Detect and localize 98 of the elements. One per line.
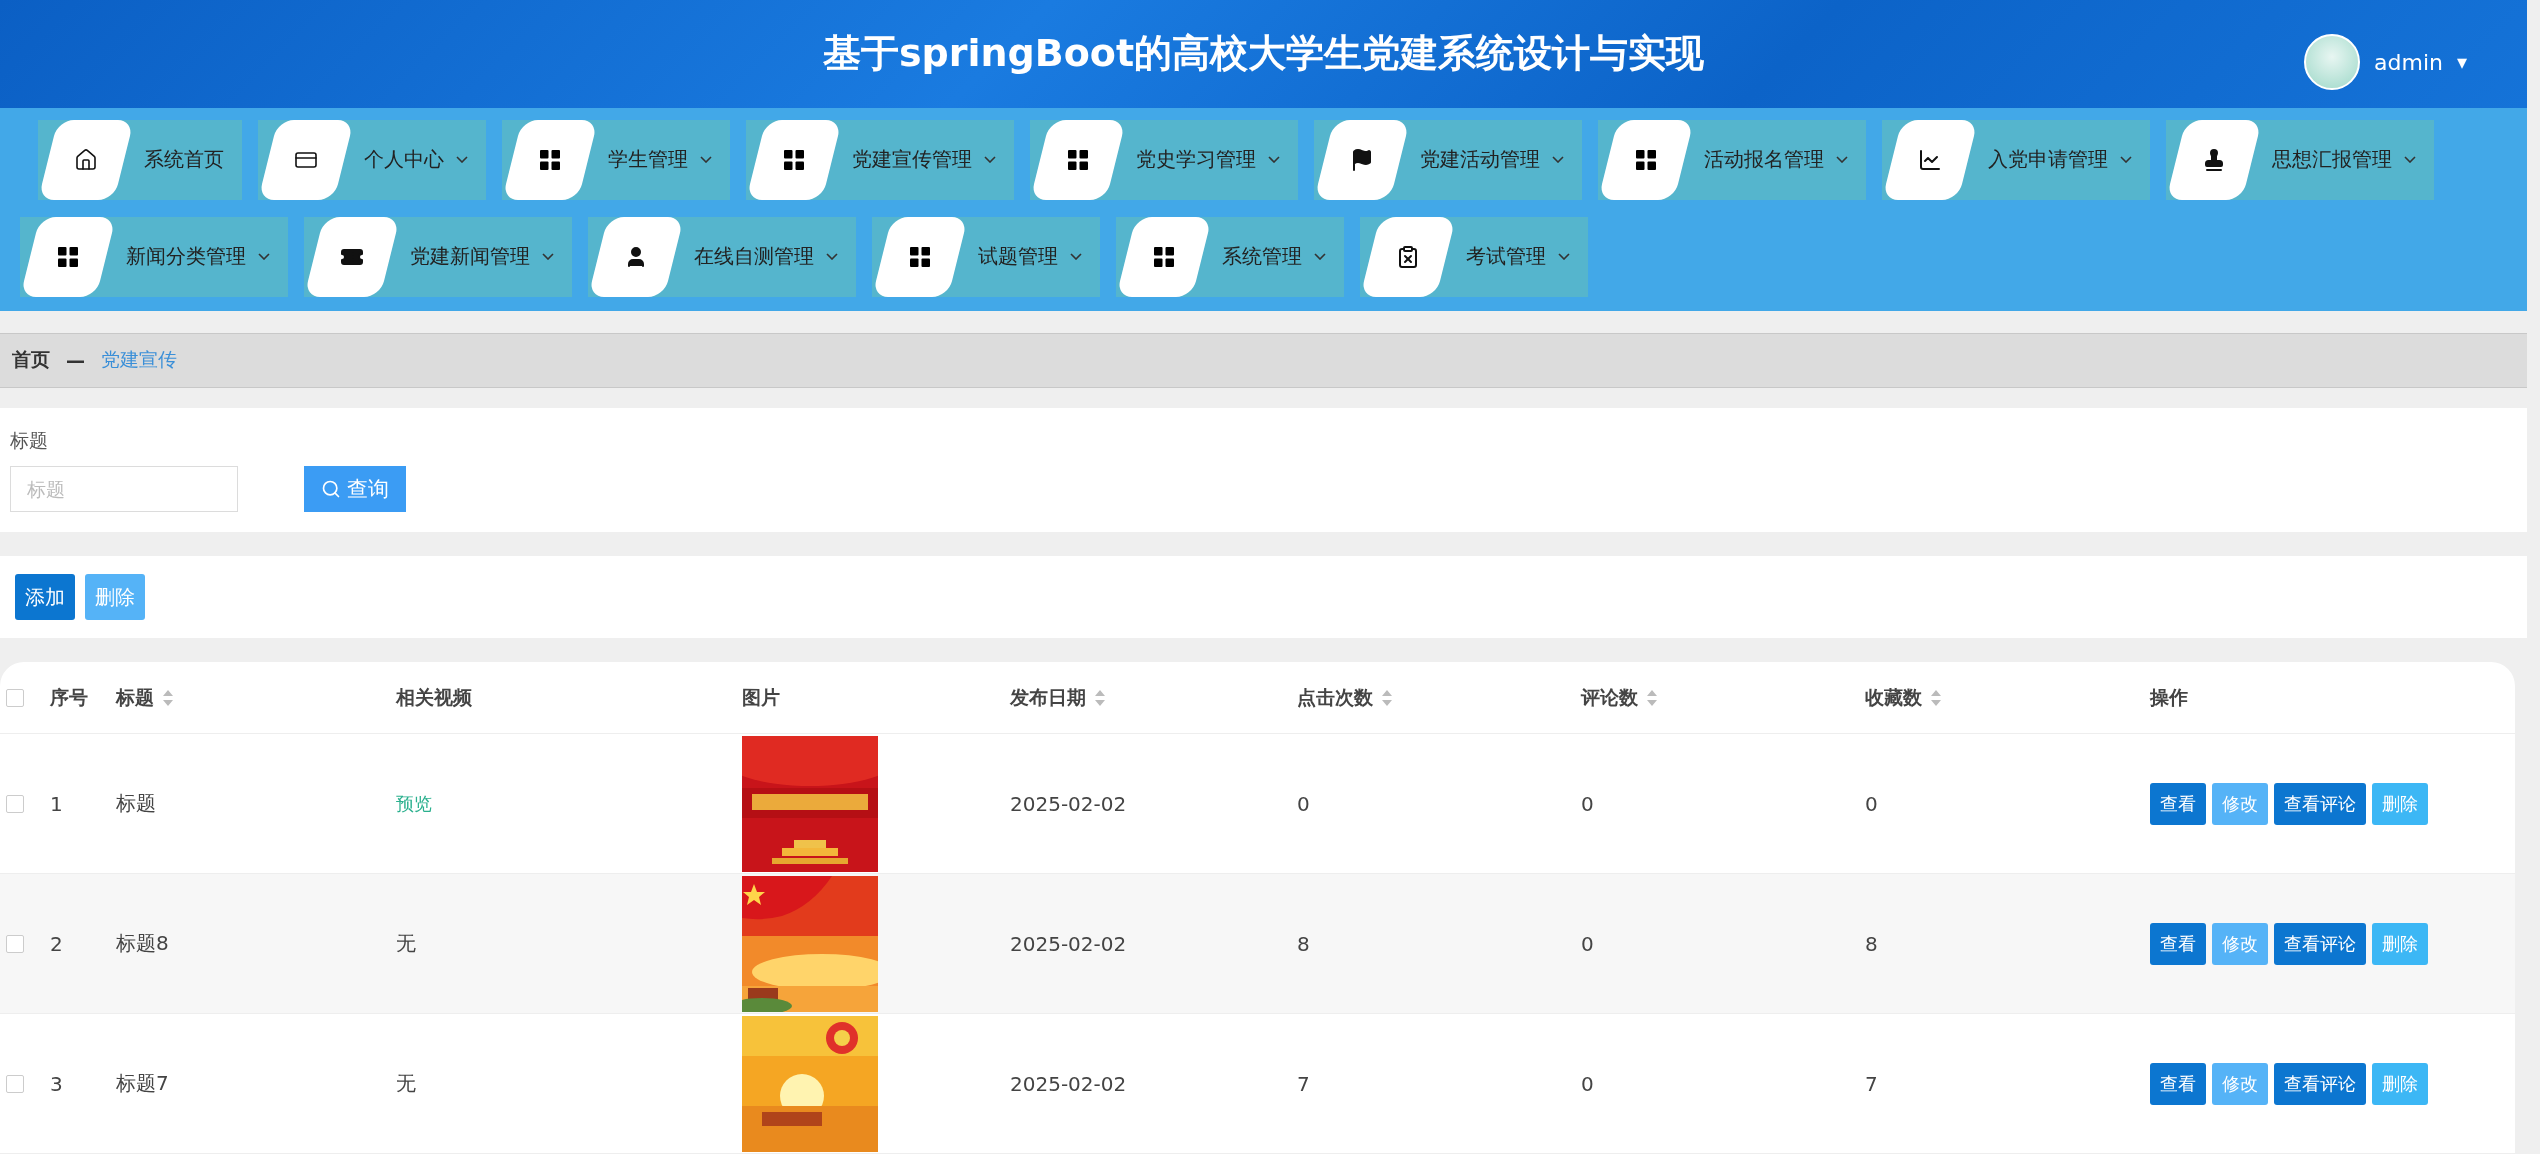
table-cell-text: 0 (1581, 791, 1595, 816)
nav-item[interactable]: 新闻分类管理 (20, 216, 288, 297)
nav-item[interactable]: 党建活动管理 (1314, 119, 1582, 200)
action-button[interactable]: 查看评论 (2274, 922, 2366, 965)
row-checkbox[interactable] (6, 794, 24, 813)
sort-icon[interactable] (1930, 688, 1942, 707)
table-cell-text: 7 (1297, 1071, 1311, 1096)
chevron-icon (1836, 156, 1848, 164)
grid-icon (783, 148, 805, 171)
table-cell-text: 0 (1865, 791, 1879, 816)
column-header: 操作 (2150, 684, 2188, 710)
sort-icon[interactable] (162, 688, 174, 707)
action-button[interactable]: 查看评论 (2274, 782, 2366, 825)
nav-item[interactable]: 学生管理 (502, 119, 730, 200)
nav-item[interactable]: 在线自测管理 (588, 216, 856, 297)
nav-item[interactable]: 试题管理 (872, 216, 1100, 297)
chart-icon (1918, 147, 1942, 172)
table-cell: 无 (396, 1071, 416, 1095)
column-header: 图片 (742, 684, 780, 710)
grid-icon (57, 245, 79, 268)
window-title: 基于springBoot的高校大学生党建系统设计与实现 (822, 30, 1705, 78)
breadcrumb-separator: — (66, 349, 85, 372)
avatar[interactable] (2304, 34, 2360, 90)
table-cell-text: 8 (1297, 931, 1311, 956)
grid-icon (1067, 148, 1089, 171)
nav-item[interactable]: 系统管理 (1116, 216, 1344, 297)
nav-item[interactable]: 党建新闻管理 (304, 216, 572, 297)
table-cell-text: 2025-02-02 (1010, 1071, 1128, 1096)
action-button[interactable]: 查看 (2150, 1062, 2206, 1105)
table-cell-text: 标题 (116, 790, 157, 817)
table-cell-text: 8 (1865, 931, 1879, 956)
nav-item[interactable]: 入党申请管理 (1882, 119, 2150, 200)
chevron-icon (258, 253, 270, 261)
grid-icon (909, 245, 931, 268)
nav-item[interactable]: 活动报名管理 (1598, 119, 1866, 200)
table-cell-text: 0 (1297, 791, 1311, 816)
column-header: 相关视频 (396, 684, 472, 710)
table-cell-text: 标题7 (116, 1070, 170, 1097)
grid-icon (539, 148, 561, 171)
breadcrumb-link[interactable]: 首页 (12, 347, 50, 374)
nav-item[interactable]: 个人中心 (258, 119, 486, 200)
title-field[interactable]: 标题 (10, 466, 238, 512)
table-cell-text: 1 (50, 791, 64, 816)
nav-item[interactable]: 党建宣传管理 (746, 119, 1014, 200)
chevron-icon (1314, 253, 1326, 261)
nav-item[interactable]: 考试管理 (1360, 216, 1588, 297)
search-button[interactable]: 查询 (304, 466, 406, 512)
row-checkbox[interactable] (6, 934, 24, 953)
chevron-icon (826, 253, 838, 261)
sort-icon[interactable] (1381, 688, 1393, 707)
chevron-icon (1558, 253, 1570, 261)
chevron-icon (700, 156, 712, 164)
column-header: 评论数 (1581, 684, 1638, 710)
home-icon (74, 147, 98, 172)
chevron-icon (1268, 156, 1280, 164)
nav-item[interactable]: 党史学习管理 (1030, 119, 1298, 200)
chevron-icon (984, 156, 996, 164)
stamp-icon (2202, 147, 2226, 172)
chevron-icon (2404, 156, 2416, 164)
grid-icon (1153, 245, 1175, 268)
column-header: 标题 (116, 684, 154, 710)
nav-item[interactable]: 思想汇报管理 (2166, 119, 2434, 200)
column-header: 点击次数 (1297, 684, 1373, 710)
preview-link[interactable]: 预览 (396, 792, 432, 814)
toolbar-button[interactable]: 添加 (15, 574, 75, 620)
table-cell-text: 0 (1581, 931, 1595, 956)
chevron-icon (1552, 156, 1564, 164)
search-icon (321, 479, 341, 499)
table-cell-text: 0 (1581, 1071, 1595, 1096)
action-button[interactable]: 查看评论 (2274, 1062, 2366, 1105)
chevron-icon (542, 253, 554, 261)
select-all-checkbox[interactable] (6, 688, 24, 707)
column-header: 序号 (50, 684, 88, 710)
table-cell: 无 (396, 931, 416, 955)
table-cell-text: 2025-02-02 (1010, 931, 1128, 956)
table-cell-text: 2 (50, 931, 64, 956)
table-cell-text: 2025-02-02 (1010, 791, 1128, 816)
breadcrumb-current[interactable]: 党建宣传 (101, 347, 177, 374)
table-cell-text: 标题8 (116, 930, 170, 957)
sort-icon[interactable] (1646, 688, 1658, 707)
chevron-icon (2120, 156, 2132, 164)
table-cell-text: 7 (1865, 1071, 1879, 1096)
row-checkbox[interactable] (6, 1074, 24, 1093)
field-label: 标题 (10, 428, 49, 453)
grid-icon (1635, 148, 1657, 171)
action-button[interactable]: 查看 (2150, 922, 2206, 965)
column-header: 收藏数 (1865, 684, 1922, 710)
table-cell-text: 3 (50, 1071, 64, 1096)
flag-icon (1350, 147, 1374, 172)
chevron-icon (456, 156, 468, 164)
action-button[interactable]: 查看 (2150, 782, 2206, 825)
clipboard-icon (1396, 244, 1420, 269)
nav-item[interactable]: 系统首页 (38, 119, 242, 200)
user-name[interactable]: admin (2374, 49, 2443, 75)
column-header: 发布日期 (1010, 684, 1086, 710)
caret-icon[interactable]: ▾ (2456, 50, 2467, 74)
chevron-icon (1070, 253, 1082, 261)
sort-icon[interactable] (1094, 688, 1106, 707)
